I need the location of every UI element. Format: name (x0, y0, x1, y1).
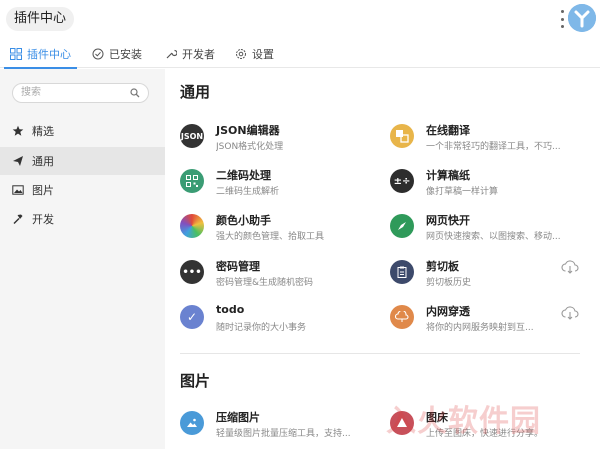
compress-image-icon (180, 411, 204, 435)
plugin-name: todo (216, 303, 245, 316)
plugin-desc: 轻量级图片批量压缩工具，支持... (216, 429, 351, 439)
star-icon (12, 125, 24, 136)
plugin-card-web-quick-open[interactable]: 网页快开 网页快速搜索、以图搜索、移动... (390, 209, 580, 249)
plugin-desc: 网页快速搜索、以图搜索、移动... (426, 232, 561, 242)
tunnel-icon (390, 305, 414, 329)
tab-installed[interactable]: 已安装 (92, 40, 142, 68)
plugin-desc: 像打草稿一样计算 (426, 187, 499, 197)
search-placeholder: 搜索 (21, 87, 41, 98)
plugin-card-color-helper[interactable]: 颜色小助手 强大的颜色管理、拾取工具 (180, 209, 370, 249)
app-logo[interactable] (568, 4, 596, 32)
section-title-general: 通用 (180, 83, 211, 101)
top-bar: 插件中心 (0, 0, 600, 40)
plugin-name: JSON编辑器 (216, 124, 280, 137)
plugin-name: 网页快开 (426, 214, 470, 227)
color-wheel-icon (180, 214, 204, 238)
watermark: 入火软件园 (386, 404, 541, 439)
sidebar-item-featured[interactable]: 精选 (0, 117, 165, 145)
check-icon: ✓ (180, 305, 204, 329)
plugin-name: 压缩图片 (216, 411, 260, 424)
plugin-desc: 二维码生成解析 (216, 187, 280, 197)
plugin-name: 颜色小助手 (216, 214, 271, 227)
plugin-desc: 一个非常轻巧的翻译工具，不巧... (426, 142, 561, 152)
image-icon (12, 185, 24, 195)
plugin-desc: 将你的内网服务映射到互... (426, 323, 534, 333)
plugin-desc: 密码管理&生成随机密码 (216, 278, 314, 288)
calculator-icon: ±÷ (390, 169, 414, 193)
section-divider (180, 353, 580, 354)
tab-developer[interactable]: 开发者 (165, 40, 215, 68)
sidebar-item-develop[interactable]: 开发 (0, 205, 165, 233)
hammer-icon (13, 214, 23, 224)
plugin-card-todo[interactable]: ✓ todo 随时记录你的大小事务 (180, 300, 370, 340)
tab-label: 插件中心 (27, 48, 71, 61)
plugin-desc: JSON格式化处理 (216, 142, 284, 152)
plugin-name: 在线翻译 (426, 124, 470, 137)
cloud-download-icon[interactable] (561, 260, 579, 274)
paper-plane-icon (13, 156, 23, 166)
sidebar-item-images[interactable]: 图片 (0, 176, 165, 204)
section-title-images: 图片 (180, 372, 211, 390)
window-title: 插件中心 (6, 7, 75, 31)
plugin-card-intranet-tunnel[interactable]: 内网穿透 将你的内网服务映射到互... (390, 300, 580, 340)
main-tabs: 插件中心 已安装 开发者 设置 (0, 40, 600, 69)
tab-label: 设置 (252, 48, 274, 61)
plugin-card-calculator[interactable]: ±÷ 计算稿纸 像打草稿一样计算 (390, 164, 580, 204)
cloud-download-icon[interactable] (561, 306, 579, 320)
search-icon (130, 88, 140, 98)
plugin-name: 剪切板 (426, 260, 459, 273)
plugin-list: 通用 JSON JSON编辑器 JSON格式化处理 在线翻译 一个非常轻巧的翻译… (165, 69, 600, 449)
more-options-icon[interactable] (559, 10, 565, 28)
check-circle-icon (92, 48, 104, 60)
sidebar-item-label: 通用 (32, 155, 54, 168)
sidebar-item-label: 精选 (32, 125, 54, 138)
compass-icon (390, 214, 414, 238)
tab-settings[interactable]: 设置 (235, 40, 274, 68)
plugin-card-compress-image[interactable]: 压缩图片 轻量级图片批量压缩工具，支持... (180, 406, 370, 446)
plugin-card-translate[interactable]: 在线翻译 一个非常轻巧的翻译工具，不巧... (390, 119, 580, 159)
plugin-desc: 随时记录你的大小事务 (216, 323, 307, 333)
grid-icon (10, 48, 22, 60)
plugin-name: 二维码处理 (216, 169, 271, 182)
plugin-card-clipboard[interactable]: 剪切板 剪切板历史 (390, 255, 580, 295)
plugin-card-qrcode[interactable]: 二维码处理 二维码生成解析 (180, 164, 370, 204)
tab-plugin-center[interactable]: 插件中心 (4, 40, 77, 69)
plugin-card-password-manager[interactable]: ••• 密码管理 密码管理&生成随机密码 (180, 255, 370, 295)
plugin-name: 密码管理 (216, 260, 260, 273)
plugin-desc: 剪切板历史 (426, 278, 472, 288)
tab-label: 开发者 (182, 48, 215, 61)
search-input[interactable]: 搜索 (12, 83, 149, 103)
wrench-icon (166, 49, 177, 59)
plugin-card-json-editor[interactable]: JSON JSON编辑器 JSON格式化处理 (180, 119, 370, 159)
json-icon: JSON (180, 124, 204, 148)
clipboard-icon (390, 260, 414, 284)
sidebar: 搜索 精选 通用 图片 开发 (0, 69, 165, 449)
qrcode-icon (180, 169, 204, 193)
sidebar-item-label: 图片 (32, 184, 54, 197)
translate-icon (390, 124, 414, 148)
password-icon: ••• (180, 260, 204, 284)
plugin-desc: 强大的颜色管理、拾取工具 (216, 232, 325, 242)
sidebar-item-label: 开发 (32, 213, 54, 226)
sidebar-item-general[interactable]: 通用 (0, 147, 165, 175)
gear-icon (236, 49, 246, 59)
plugin-name: 内网穿透 (426, 305, 470, 318)
plugin-name: 计算稿纸 (426, 169, 470, 182)
tab-label: 已安装 (109, 48, 142, 61)
